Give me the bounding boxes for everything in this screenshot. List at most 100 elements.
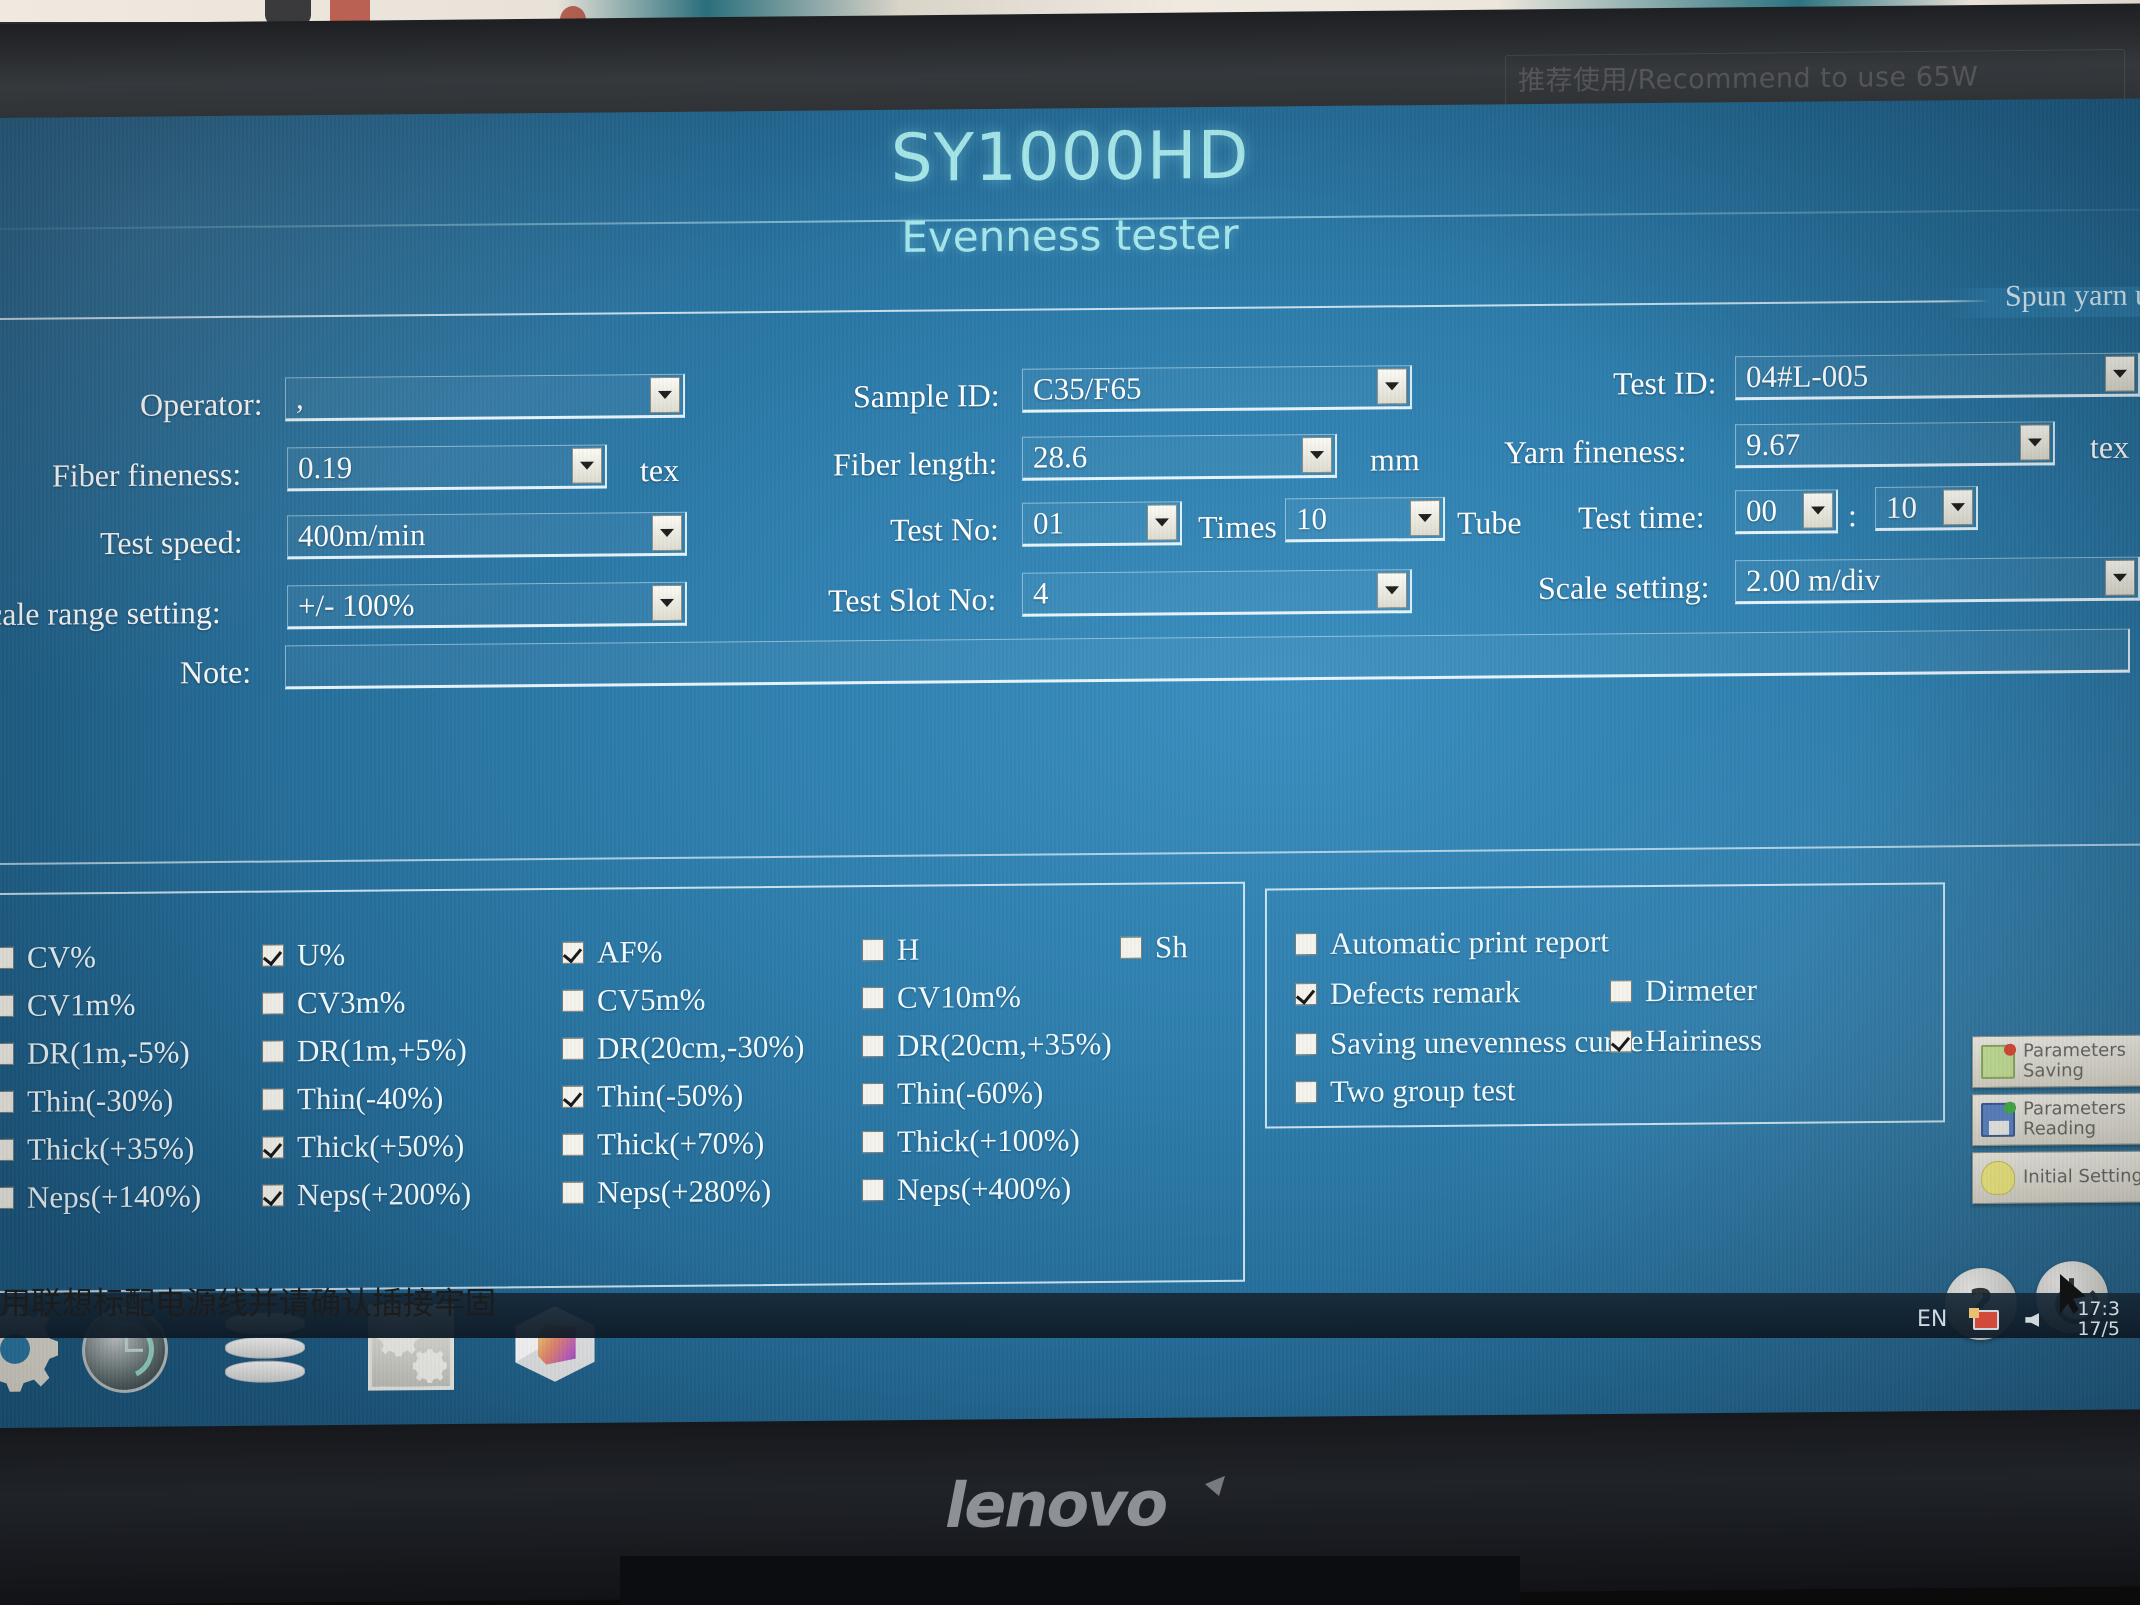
- test-speed-field[interactable]: 400m/min: [287, 511, 687, 560]
- checkbox-unchecked-icon[interactable]: [562, 1181, 584, 1204]
- measurement-checkbox[interactable]: Neps(+140%): [0, 1178, 201, 1216]
- measurement-checkbox[interactable]: Neps(+280%): [562, 1173, 771, 1211]
- measurement-checkbox[interactable]: DR(1m,-5%): [0, 1034, 190, 1072]
- scale-setting-field[interactable]: 2.00 m/div: [1735, 556, 2140, 605]
- checkbox-unchecked-icon[interactable]: [0, 1186, 14, 1210]
- test-slot-no-field[interactable]: 4: [1022, 569, 1412, 617]
- checkbox-checked-icon[interactable]: [1295, 983, 1317, 1006]
- measurement-label: CV10m%: [897, 978, 1021, 1015]
- checkbox-unchecked-icon[interactable]: [862, 1130, 884, 1154]
- chevron-down-icon[interactable]: [2105, 355, 2135, 392]
- checkbox-unchecked-icon[interactable]: [562, 1037, 584, 1060]
- parameters-saving-button[interactable]: Parameters Saving: [1972, 1034, 2140, 1089]
- measurement-checkbox[interactable]: AF%: [562, 934, 662, 971]
- checkbox-unchecked-icon[interactable]: [1610, 980, 1632, 1003]
- operator-field[interactable]: ,: [285, 373, 685, 422]
- checkbox-unchecked-icon[interactable]: [862, 1034, 884, 1058]
- chevron-down-icon[interactable]: [1302, 436, 1332, 474]
- measurement-checkbox[interactable]: Thin(-30%): [0, 1082, 173, 1120]
- scale-range-setting-field[interactable]: +/- 100%: [287, 581, 687, 630]
- measurement-checkbox[interactable]: CV%: [0, 939, 96, 976]
- measurement-checkbox[interactable]: DR(1m,+5%): [262, 1032, 467, 1070]
- measurement-checkbox[interactable]: H: [862, 932, 919, 969]
- sample-id-field[interactable]: C35/F65: [1022, 365, 1412, 413]
- network-icon[interactable]: [1969, 1307, 2000, 1330]
- measurement-label: Neps(+200%): [297, 1175, 472, 1213]
- checkbox-unchecked-icon[interactable]: [262, 1040, 284, 1063]
- checkbox-unchecked-icon[interactable]: [562, 989, 584, 1012]
- clock-date[interactable]: 17:3 17/5: [2077, 1299, 2120, 1340]
- measurement-checkbox[interactable]: CV1m%: [0, 987, 136, 1024]
- parameters-reading-button[interactable]: Parameters Reading: [1972, 1092, 2140, 1147]
- chevron-down-icon[interactable]: [1410, 499, 1440, 537]
- checkbox-unchecked-icon[interactable]: [1120, 936, 1142, 959]
- chevron-down-icon[interactable]: [1377, 572, 1407, 609]
- test-time-label: Test time:: [1578, 498, 1705, 536]
- checkbox-unchecked-icon[interactable]: [862, 938, 884, 962]
- measurement-checkbox[interactable]: Thin(-40%): [262, 1080, 443, 1118]
- checkbox-checked-icon[interactable]: [262, 1136, 284, 1159]
- chevron-down-icon[interactable]: [2020, 424, 2050, 461]
- checkbox-unchecked-icon[interactable]: [0, 946, 14, 970]
- checkbox-unchecked-icon[interactable]: [862, 1178, 884, 1202]
- measurement-checkbox[interactable]: Thick(+70%): [562, 1125, 764, 1163]
- chevron-down-icon[interactable]: [652, 514, 682, 552]
- test-id-field[interactable]: 04#L-005: [1735, 352, 2140, 401]
- chevron-down-icon[interactable]: [572, 447, 602, 484]
- option-checkbox[interactable]: Automatic print report: [1295, 923, 1609, 962]
- checkbox-unchecked-icon[interactable]: [562, 1133, 584, 1156]
- checkbox-checked-icon[interactable]: [562, 941, 584, 964]
- measurement-checkbox[interactable]: Thin(-60%): [862, 1075, 1043, 1113]
- option-checkbox[interactable]: Two group test: [1295, 1072, 1516, 1110]
- test-time-hours-field[interactable]: 00: [1735, 489, 1838, 535]
- checkbox-unchecked-icon[interactable]: [862, 1082, 884, 1106]
- measurement-checkbox[interactable]: Thick(+100%): [862, 1122, 1080, 1160]
- yarn-fineness-field[interactable]: 9.67: [1735, 421, 2055, 469]
- fiber-length-field[interactable]: 28.6: [1022, 433, 1337, 481]
- measurement-checkbox[interactable]: Neps(+400%): [862, 1170, 1071, 1208]
- measurement-checkbox[interactable]: DR(20cm,+35%): [862, 1026, 1112, 1064]
- measurement-checkbox[interactable]: DR(20cm,-30%): [562, 1029, 804, 1067]
- chevron-down-icon[interactable]: [1803, 492, 1833, 529]
- checkbox-unchecked-icon[interactable]: [0, 994, 14, 1018]
- times-field[interactable]: 10: [1285, 496, 1445, 543]
- option-checkbox[interactable]: Dirmeter: [1610, 972, 1757, 1009]
- checkbox-unchecked-icon[interactable]: [862, 986, 884, 1010]
- option-checkbox[interactable]: Saving unevenness curve: [1295, 1023, 1643, 1062]
- chevron-down-icon[interactable]: [1377, 368, 1407, 405]
- checkbox-unchecked-icon[interactable]: [262, 1088, 284, 1111]
- measurement-checkbox[interactable]: CV5m%: [562, 982, 706, 1019]
- measurement-checkbox[interactable]: CV10m%: [862, 979, 1021, 1016]
- chevron-down-icon[interactable]: [1147, 504, 1177, 541]
- measurement-checkbox[interactable]: Thick(+35%): [0, 1130, 194, 1168]
- language-indicator[interactable]: EN: [1917, 1307, 1947, 1332]
- chevron-down-icon[interactable]: [650, 376, 680, 414]
- measurement-checkbox[interactable]: Sh: [1120, 929, 1188, 966]
- test-no-field[interactable]: 01: [1022, 501, 1182, 547]
- checkbox-unchecked-icon[interactable]: [0, 1042, 14, 1066]
- chevron-down-icon[interactable]: [1943, 489, 1973, 526]
- checkbox-unchecked-icon[interactable]: [0, 1090, 14, 1114]
- initial-setting-button[interactable]: Initial Setting: [1972, 1150, 2140, 1205]
- checkbox-unchecked-icon[interactable]: [1295, 1081, 1317, 1104]
- measurement-checkbox[interactable]: CV3m%: [262, 984, 406, 1021]
- checkbox-checked-icon[interactable]: [262, 1184, 284, 1207]
- chevron-down-icon[interactable]: [2105, 559, 2135, 596]
- chevron-down-icon[interactable]: [652, 584, 682, 622]
- measurement-checkbox[interactable]: Thick(+50%): [262, 1128, 464, 1166]
- measurement-checkbox[interactable]: U%: [262, 937, 345, 974]
- measurement-checkbox[interactable]: Neps(+200%): [262, 1176, 471, 1214]
- checkbox-unchecked-icon[interactable]: [1295, 1033, 1317, 1056]
- fiber-fineness-field[interactable]: 0.19: [287, 444, 607, 492]
- checkbox-checked-icon[interactable]: [1610, 1030, 1632, 1053]
- test-time-minutes-field[interactable]: 10: [1875, 486, 1978, 531]
- option-checkbox[interactable]: Hairiness: [1610, 1022, 1762, 1059]
- checkbox-unchecked-icon[interactable]: [262, 992, 284, 1015]
- measurement-checkbox[interactable]: Thin(-50%): [562, 1077, 743, 1115]
- checkbox-checked-icon[interactable]: [562, 1085, 584, 1108]
- checkbox-checked-icon[interactable]: [262, 944, 284, 967]
- checkbox-unchecked-icon[interactable]: [0, 1138, 14, 1162]
- checkbox-unchecked-icon[interactable]: [1295, 933, 1317, 956]
- volume-mute-icon[interactable]: [2025, 1310, 2051, 1330]
- option-checkbox[interactable]: Defects remark: [1295, 974, 1520, 1012]
